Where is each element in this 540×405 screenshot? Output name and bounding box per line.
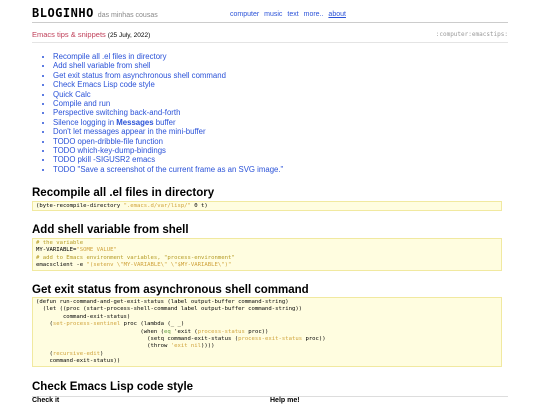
toc-link[interactable]: Check Emacs Lisp code style	[53, 80, 155, 89]
post-title-line: Emacs tips & snippets (25 July, 2022)	[32, 30, 150, 39]
toc-item[interactable]: Don't let messages appear in the mini-bu…	[53, 127, 283, 136]
toc-item[interactable]: Perspective switching back-and-forth	[53, 108, 283, 117]
header-divider	[32, 22, 508, 23]
table-header-cell: Help me!	[270, 397, 300, 404]
toc-link[interactable]: Recompile all .el files in directory	[53, 52, 167, 61]
site-tagline: das minhas cousas	[97, 12, 158, 19]
section-heading: Add shell variable from shell	[32, 224, 189, 236]
table-of-contents: Recompile all .el files in directory Add…	[40, 52, 283, 174]
toc-item[interactable]: Get exit status from asynchronous shell …	[53, 71, 283, 80]
post-title: Emacs tips & snippets	[32, 30, 106, 39]
toc-item[interactable]: Quick Calc	[53, 90, 283, 99]
section-heading: Recompile all .el files in directory	[32, 187, 215, 199]
nav-link-about[interactable]: about	[328, 11, 346, 18]
post-tags: :computer:emacstips:	[435, 31, 508, 38]
code-block: (byte-recompile-directory ".emacs.d/var/…	[32, 201, 502, 211]
toc-link[interactable]: Quick Calc	[53, 90, 91, 99]
top-nav: computer music text more.. about	[230, 11, 349, 18]
post-date: (25 July, 2022)	[107, 32, 151, 39]
toc-link[interactable]: Compile and run	[53, 99, 110, 108]
title-divider	[32, 42, 508, 43]
toc-link-text: Silence logging in	[53, 117, 115, 127]
toc-link[interactable]: Perspective switching back-and-forth	[53, 108, 180, 117]
toc-link-bold: Messages	[116, 117, 154, 127]
toc-item[interactable]: Add shell variable from shell	[53, 61, 283, 70]
nav-link-computer[interactable]: computer	[230, 11, 259, 18]
toc-item[interactable]: TODO which-key-dump-bindings	[53, 146, 283, 155]
toc-link[interactable]: TODO open-dribble-file function	[53, 137, 163, 146]
style-table-header: Check it Help me!	[32, 396, 508, 404]
toc-item[interactable]: Recompile all .el files in directory	[53, 52, 283, 61]
toc-link-text: buffer	[155, 117, 176, 127]
toc-item[interactable]: Compile and run	[53, 99, 283, 108]
site-brand[interactable]: BLOGINHO	[32, 6, 94, 20]
toc-item[interactable]: TODO pkill -SIGUSR2 emacs	[53, 155, 283, 164]
nav-link-music[interactable]: music	[264, 11, 282, 18]
code-block: # the variable MY-VARIABLE="SOME VALUE" …	[32, 238, 502, 271]
toc-link[interactable]: Add shell variable from shell	[53, 61, 151, 70]
toc-link[interactable]: Don't let messages appear in the mini-bu…	[53, 127, 206, 136]
code-block: (defun run-command-and-get-exit-status (…	[32, 297, 502, 367]
toc-item[interactable]: TODO open-dribble-file function	[53, 137, 283, 146]
section-heading: Check Emacs Lisp code style	[32, 381, 194, 393]
toc-item[interactable]: Check Emacs Lisp code style	[53, 80, 283, 89]
nav-link-text[interactable]: text	[287, 11, 298, 18]
toc-link[interactable]: TODO which-key-dump-bindings	[53, 146, 166, 155]
toc-item[interactable]: TODO "Save a screenshot of the current f…	[53, 165, 283, 174]
section-heading: Get exit status from asynchronous shell …	[32, 284, 309, 296]
table-header-cell: Check it	[32, 397, 60, 404]
toc-link[interactable]: TODO "Save a screenshot of the current f…	[53, 165, 283, 174]
nav-link-more[interactable]: more..	[304, 11, 324, 18]
toc-link[interactable]: Silence logging in Messages buffer	[53, 118, 176, 127]
toc-link[interactable]: Get exit status from asynchronous shell …	[53, 71, 226, 80]
toc-item[interactable]: Silence logging in Messages buffer	[53, 118, 283, 127]
toc-link[interactable]: TODO pkill -SIGUSR2 emacs	[53, 155, 155, 164]
